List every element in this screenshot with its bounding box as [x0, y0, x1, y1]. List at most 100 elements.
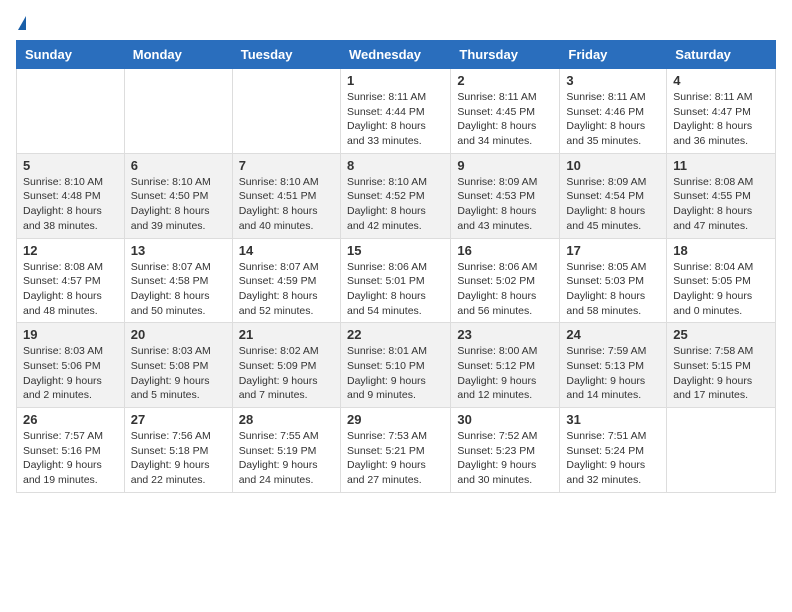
day-number-26: 26 — [23, 412, 118, 427]
page-header — [16, 16, 776, 30]
day-info-3: Sunrise: 8:11 AM Sunset: 4:46 PM Dayligh… — [566, 90, 660, 149]
day-number-24: 24 — [566, 327, 660, 342]
day-number-11: 11 — [673, 158, 769, 173]
day-number-5: 5 — [23, 158, 118, 173]
day-cell-20: 20 Sunrise: 8:03 AM Sunset: 5:08 PM Dayli… — [124, 323, 232, 408]
day-cell-6: 6 Sunrise: 8:10 AM Sunset: 4:50 PM Daylig… — [124, 153, 232, 238]
day-number-15: 15 — [347, 243, 444, 258]
week-row-3: 12 Sunrise: 8:08 AM Sunset: 4:57 PM Dayli… — [17, 238, 776, 323]
day-info-18: Sunrise: 8:04 AM Sunset: 5:05 PM Dayligh… — [673, 260, 769, 319]
weekday-header-thursday: Thursday — [451, 41, 560, 69]
day-info-4: Sunrise: 8:11 AM Sunset: 4:47 PM Dayligh… — [673, 90, 769, 149]
day-number-7: 7 — [239, 158, 334, 173]
day-info-14: Sunrise: 8:07 AM Sunset: 4:59 PM Dayligh… — [239, 260, 334, 319]
day-cell-26: 26 Sunrise: 7:57 AM Sunset: 5:16 PM Dayli… — [17, 408, 125, 493]
day-cell-4: 4 Sunrise: 8:11 AM Sunset: 4:47 PM Daylig… — [667, 69, 776, 154]
weekday-header-saturday: Saturday — [667, 41, 776, 69]
day-number-29: 29 — [347, 412, 444, 427]
day-cell-3: 3Sunrise: 8:11 AM Sunset: 4:46 PM Daylig… — [560, 69, 667, 154]
day-number-23: 23 — [457, 327, 553, 342]
day-cell-30: 30Sunrise: 7:52 AM Sunset: 5:23 PM Dayli… — [451, 408, 560, 493]
day-cell-25: 25 Sunrise: 7:58 AM Sunset: 5:15 PM Dayli… — [667, 323, 776, 408]
day-info-17: Sunrise: 8:05 AM Sunset: 5:03 PM Dayligh… — [566, 260, 660, 319]
day-number-19: 19 — [23, 327, 118, 342]
day-cell-15: 15Sunrise: 8:06 AM Sunset: 5:01 PM Dayli… — [340, 238, 450, 323]
day-cell-17: 17 Sunrise: 8:05 AM Sunset: 5:03 PM Dayli… — [560, 238, 667, 323]
day-cell-29: 29 Sunrise: 7:53 AM Sunset: 5:21 PM Dayli… — [340, 408, 450, 493]
week-row-4: 19 Sunrise: 8:03 AM Sunset: 5:06 PM Dayli… — [17, 323, 776, 408]
day-info-8: Sunrise: 8:10 AM Sunset: 4:52 PM Dayligh… — [347, 175, 444, 234]
day-cell-23: 23 Sunrise: 8:00 AM Sunset: 5:12 PM Dayli… — [451, 323, 560, 408]
day-number-18: 18 — [673, 243, 769, 258]
day-cell-24: 24 Sunrise: 7:59 AM Sunset: 5:13 PM Dayli… — [560, 323, 667, 408]
week-row-1: 1Sunrise: 8:11 AM Sunset: 4:44 PM Daylig… — [17, 69, 776, 154]
day-info-20: Sunrise: 8:03 AM Sunset: 5:08 PM Dayligh… — [131, 344, 226, 403]
day-info-21: Sunrise: 8:02 AM Sunset: 5:09 PM Dayligh… — [239, 344, 334, 403]
logo-triangle-icon — [18, 16, 26, 30]
day-cell-5: 5 Sunrise: 8:10 AM Sunset: 4:48 PM Daylig… — [17, 153, 125, 238]
weekday-header-friday: Friday — [560, 41, 667, 69]
weekday-header-row: SundayMondayTuesdayWednesdayThursdayFrid… — [17, 41, 776, 69]
day-number-17: 17 — [566, 243, 660, 258]
day-info-31: Sunrise: 7:51 AM Sunset: 5:24 PM Dayligh… — [566, 429, 660, 488]
day-info-11: Sunrise: 8:08 AM Sunset: 4:55 PM Dayligh… — [673, 175, 769, 234]
day-info-25: Sunrise: 7:58 AM Sunset: 5:15 PM Dayligh… — [673, 344, 769, 403]
day-number-31: 31 — [566, 412, 660, 427]
day-cell-13: 13 Sunrise: 8:07 AM Sunset: 4:58 PM Dayli… — [124, 238, 232, 323]
day-cell-16: 16Sunrise: 8:06 AM Sunset: 5:02 PM Dayli… — [451, 238, 560, 323]
day-number-4: 4 — [673, 73, 769, 88]
day-number-25: 25 — [673, 327, 769, 342]
day-info-23: Sunrise: 8:00 AM Sunset: 5:12 PM Dayligh… — [457, 344, 553, 403]
day-info-22: Sunrise: 8:01 AM Sunset: 5:10 PM Dayligh… — [347, 344, 444, 403]
day-info-26: Sunrise: 7:57 AM Sunset: 5:16 PM Dayligh… — [23, 429, 118, 488]
logo — [16, 16, 26, 30]
day-number-30: 30 — [457, 412, 553, 427]
day-number-9: 9 — [457, 158, 553, 173]
day-info-7: Sunrise: 8:10 AM Sunset: 4:51 PM Dayligh… — [239, 175, 334, 234]
day-cell-7: 7 Sunrise: 8:10 AM Sunset: 4:51 PM Daylig… — [232, 153, 340, 238]
day-info-9: Sunrise: 8:09 AM Sunset: 4:53 PM Dayligh… — [457, 175, 553, 234]
day-number-13: 13 — [131, 243, 226, 258]
empty-cell — [124, 69, 232, 154]
day-cell-18: 18 Sunrise: 8:04 AM Sunset: 5:05 PM Dayli… — [667, 238, 776, 323]
day-cell-21: 21 Sunrise: 8:02 AM Sunset: 5:09 PM Dayli… — [232, 323, 340, 408]
day-cell-27: 27 Sunrise: 7:56 AM Sunset: 5:18 PM Dayli… — [124, 408, 232, 493]
empty-cell — [232, 69, 340, 154]
day-cell-12: 12 Sunrise: 8:08 AM Sunset: 4:57 PM Dayli… — [17, 238, 125, 323]
day-number-8: 8 — [347, 158, 444, 173]
day-number-6: 6 — [131, 158, 226, 173]
week-row-2: 5 Sunrise: 8:10 AM Sunset: 4:48 PM Daylig… — [17, 153, 776, 238]
weekday-header-sunday: Sunday — [17, 41, 125, 69]
day-info-27: Sunrise: 7:56 AM Sunset: 5:18 PM Dayligh… — [131, 429, 226, 488]
day-info-12: Sunrise: 8:08 AM Sunset: 4:57 PM Dayligh… — [23, 260, 118, 319]
day-info-13: Sunrise: 8:07 AM Sunset: 4:58 PM Dayligh… — [131, 260, 226, 319]
day-cell-19: 19 Sunrise: 8:03 AM Sunset: 5:06 PM Dayli… — [17, 323, 125, 408]
day-number-14: 14 — [239, 243, 334, 258]
day-info-10: Sunrise: 8:09 AM Sunset: 4:54 PM Dayligh… — [566, 175, 660, 234]
day-info-6: Sunrise: 8:10 AM Sunset: 4:50 PM Dayligh… — [131, 175, 226, 234]
day-cell-1: 1Sunrise: 8:11 AM Sunset: 4:44 PM Daylig… — [340, 69, 450, 154]
weekday-header-wednesday: Wednesday — [340, 41, 450, 69]
day-info-29: Sunrise: 7:53 AM Sunset: 5:21 PM Dayligh… — [347, 429, 444, 488]
day-number-21: 21 — [239, 327, 334, 342]
day-cell-31: 31 Sunrise: 7:51 AM Sunset: 5:24 PM Dayli… — [560, 408, 667, 493]
day-number-1: 1 — [347, 73, 444, 88]
day-info-24: Sunrise: 7:59 AM Sunset: 5:13 PM Dayligh… — [566, 344, 660, 403]
day-info-5: Sunrise: 8:10 AM Sunset: 4:48 PM Dayligh… — [23, 175, 118, 234]
day-number-27: 27 — [131, 412, 226, 427]
day-cell-22: 22Sunrise: 8:01 AM Sunset: 5:10 PM Dayli… — [340, 323, 450, 408]
day-cell-10: 10Sunrise: 8:09 AM Sunset: 4:54 PM Dayli… — [560, 153, 667, 238]
empty-cell — [17, 69, 125, 154]
day-number-28: 28 — [239, 412, 334, 427]
day-number-20: 20 — [131, 327, 226, 342]
empty-cell — [667, 408, 776, 493]
calendar-table: SundayMondayTuesdayWednesdayThursdayFrid… — [16, 40, 776, 493]
day-info-28: Sunrise: 7:55 AM Sunset: 5:19 PM Dayligh… — [239, 429, 334, 488]
day-info-19: Sunrise: 8:03 AM Sunset: 5:06 PM Dayligh… — [23, 344, 118, 403]
day-cell-8: 8 Sunrise: 8:10 AM Sunset: 4:52 PM Daylig… — [340, 153, 450, 238]
day-number-12: 12 — [23, 243, 118, 258]
day-cell-9: 9 Sunrise: 8:09 AM Sunset: 4:53 PM Daylig… — [451, 153, 560, 238]
day-cell-11: 11 Sunrise: 8:08 AM Sunset: 4:55 PM Dayli… — [667, 153, 776, 238]
day-info-16: Sunrise: 8:06 AM Sunset: 5:02 PM Dayligh… — [457, 260, 553, 319]
weekday-header-tuesday: Tuesday — [232, 41, 340, 69]
